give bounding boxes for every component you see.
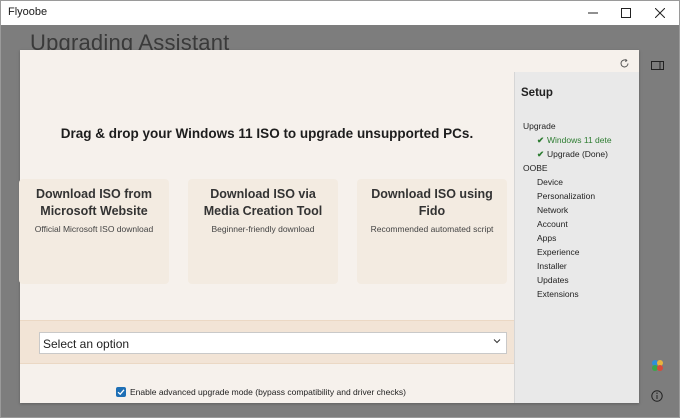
minimize-icon[interactable]	[576, 1, 610, 25]
option-panel: Select an option	[20, 320, 514, 364]
refresh-icon[interactable]	[617, 56, 631, 70]
sidebar-item-installer[interactable]: Installer	[537, 261, 567, 271]
sidebar-item-label: Upgrade (Done)	[547, 149, 608, 159]
sidebar-item-account[interactable]: Account	[537, 219, 568, 229]
card-fido[interactable]: Download ISO using Fido Recommended auto…	[357, 179, 507, 284]
advanced-mode-label: Enable advanced upgrade mode (bypass com…	[130, 387, 406, 397]
app-logo-icon[interactable]	[651, 359, 664, 377]
check-icon: ✔	[537, 149, 545, 159]
advanced-mode-checkbox[interactable]	[116, 387, 126, 397]
sidebar-item-updates[interactable]: Updates	[537, 275, 569, 285]
sidebar-item-network[interactable]: Network	[537, 205, 568, 215]
sidebar-item-windows11[interactable]: ✔ Windows 11 dete	[537, 135, 612, 146]
info-icon[interactable]	[651, 389, 663, 407]
sidebar-group-upgrade[interactable]: Upgrade	[523, 121, 556, 131]
card-title: Download ISO using Fido	[371, 187, 493, 218]
card-microsoft-website[interactable]: Download ISO from Microsoft Website Offi…	[19, 179, 169, 284]
panel-toggle-icon[interactable]	[651, 57, 664, 75]
sidebar-item-extensions[interactable]: Extensions	[537, 289, 579, 299]
setup-sidebar: Setup Upgrade ✔ Windows 11 dete ✔ Upgrade …	[514, 72, 639, 403]
main-panel: Drag & drop your Windows 11 ISO to upgra…	[19, 50, 514, 403]
card-media-creation-tool[interactable]: Download ISO via Media Creation Tool Beg…	[188, 179, 338, 284]
card-subtitle: Official Microsoft ISO download	[34, 224, 154, 234]
sidebar-group-oobe[interactable]: OOBE	[523, 163, 548, 173]
drop-instruction: Drag & drop your Windows 11 ISO to upgra…	[60, 126, 474, 141]
sidebar-item-apps[interactable]: Apps	[537, 233, 556, 243]
option-select[interactable]: Select an option	[39, 332, 507, 354]
app-window: Flyoobe Upgrading Assistant Drag & drop …	[0, 0, 680, 418]
sidebar-item-experience[interactable]: Experience	[537, 247, 580, 257]
title-bar[interactable]: Flyoobe	[1, 1, 679, 25]
card-title: Download ISO via Media Creation Tool	[203, 187, 323, 218]
sidebar-item-personalization[interactable]: Personalization	[537, 191, 595, 201]
advanced-mode-row[interactable]: Enable advanced upgrade mode (bypass com…	[116, 386, 406, 398]
app-title: Flyoobe	[8, 6, 48, 18]
upgrade-dialog: Drag & drop your Windows 11 ISO to upgra…	[19, 50, 639, 403]
sidebar-item-upgrade[interactable]: ✔ Upgrade (Done)	[537, 149, 608, 160]
check-icon: ✔	[537, 135, 545, 145]
card-subtitle: Recommended automated script	[370, 224, 494, 234]
card-title: Download ISO from Microsoft Website	[36, 187, 152, 218]
sidebar-item-device[interactable]: Device	[537, 177, 563, 187]
sidebar-title: Setup	[521, 87, 553, 99]
chevron-down-icon	[492, 336, 502, 349]
maximize-icon[interactable]	[609, 1, 643, 25]
select-value: Select an option	[43, 337, 130, 351]
sidebar-item-label: Windows 11 dete	[547, 135, 612, 145]
close-icon[interactable]	[643, 1, 677, 25]
card-subtitle: Beginner-friendly download	[211, 224, 315, 234]
